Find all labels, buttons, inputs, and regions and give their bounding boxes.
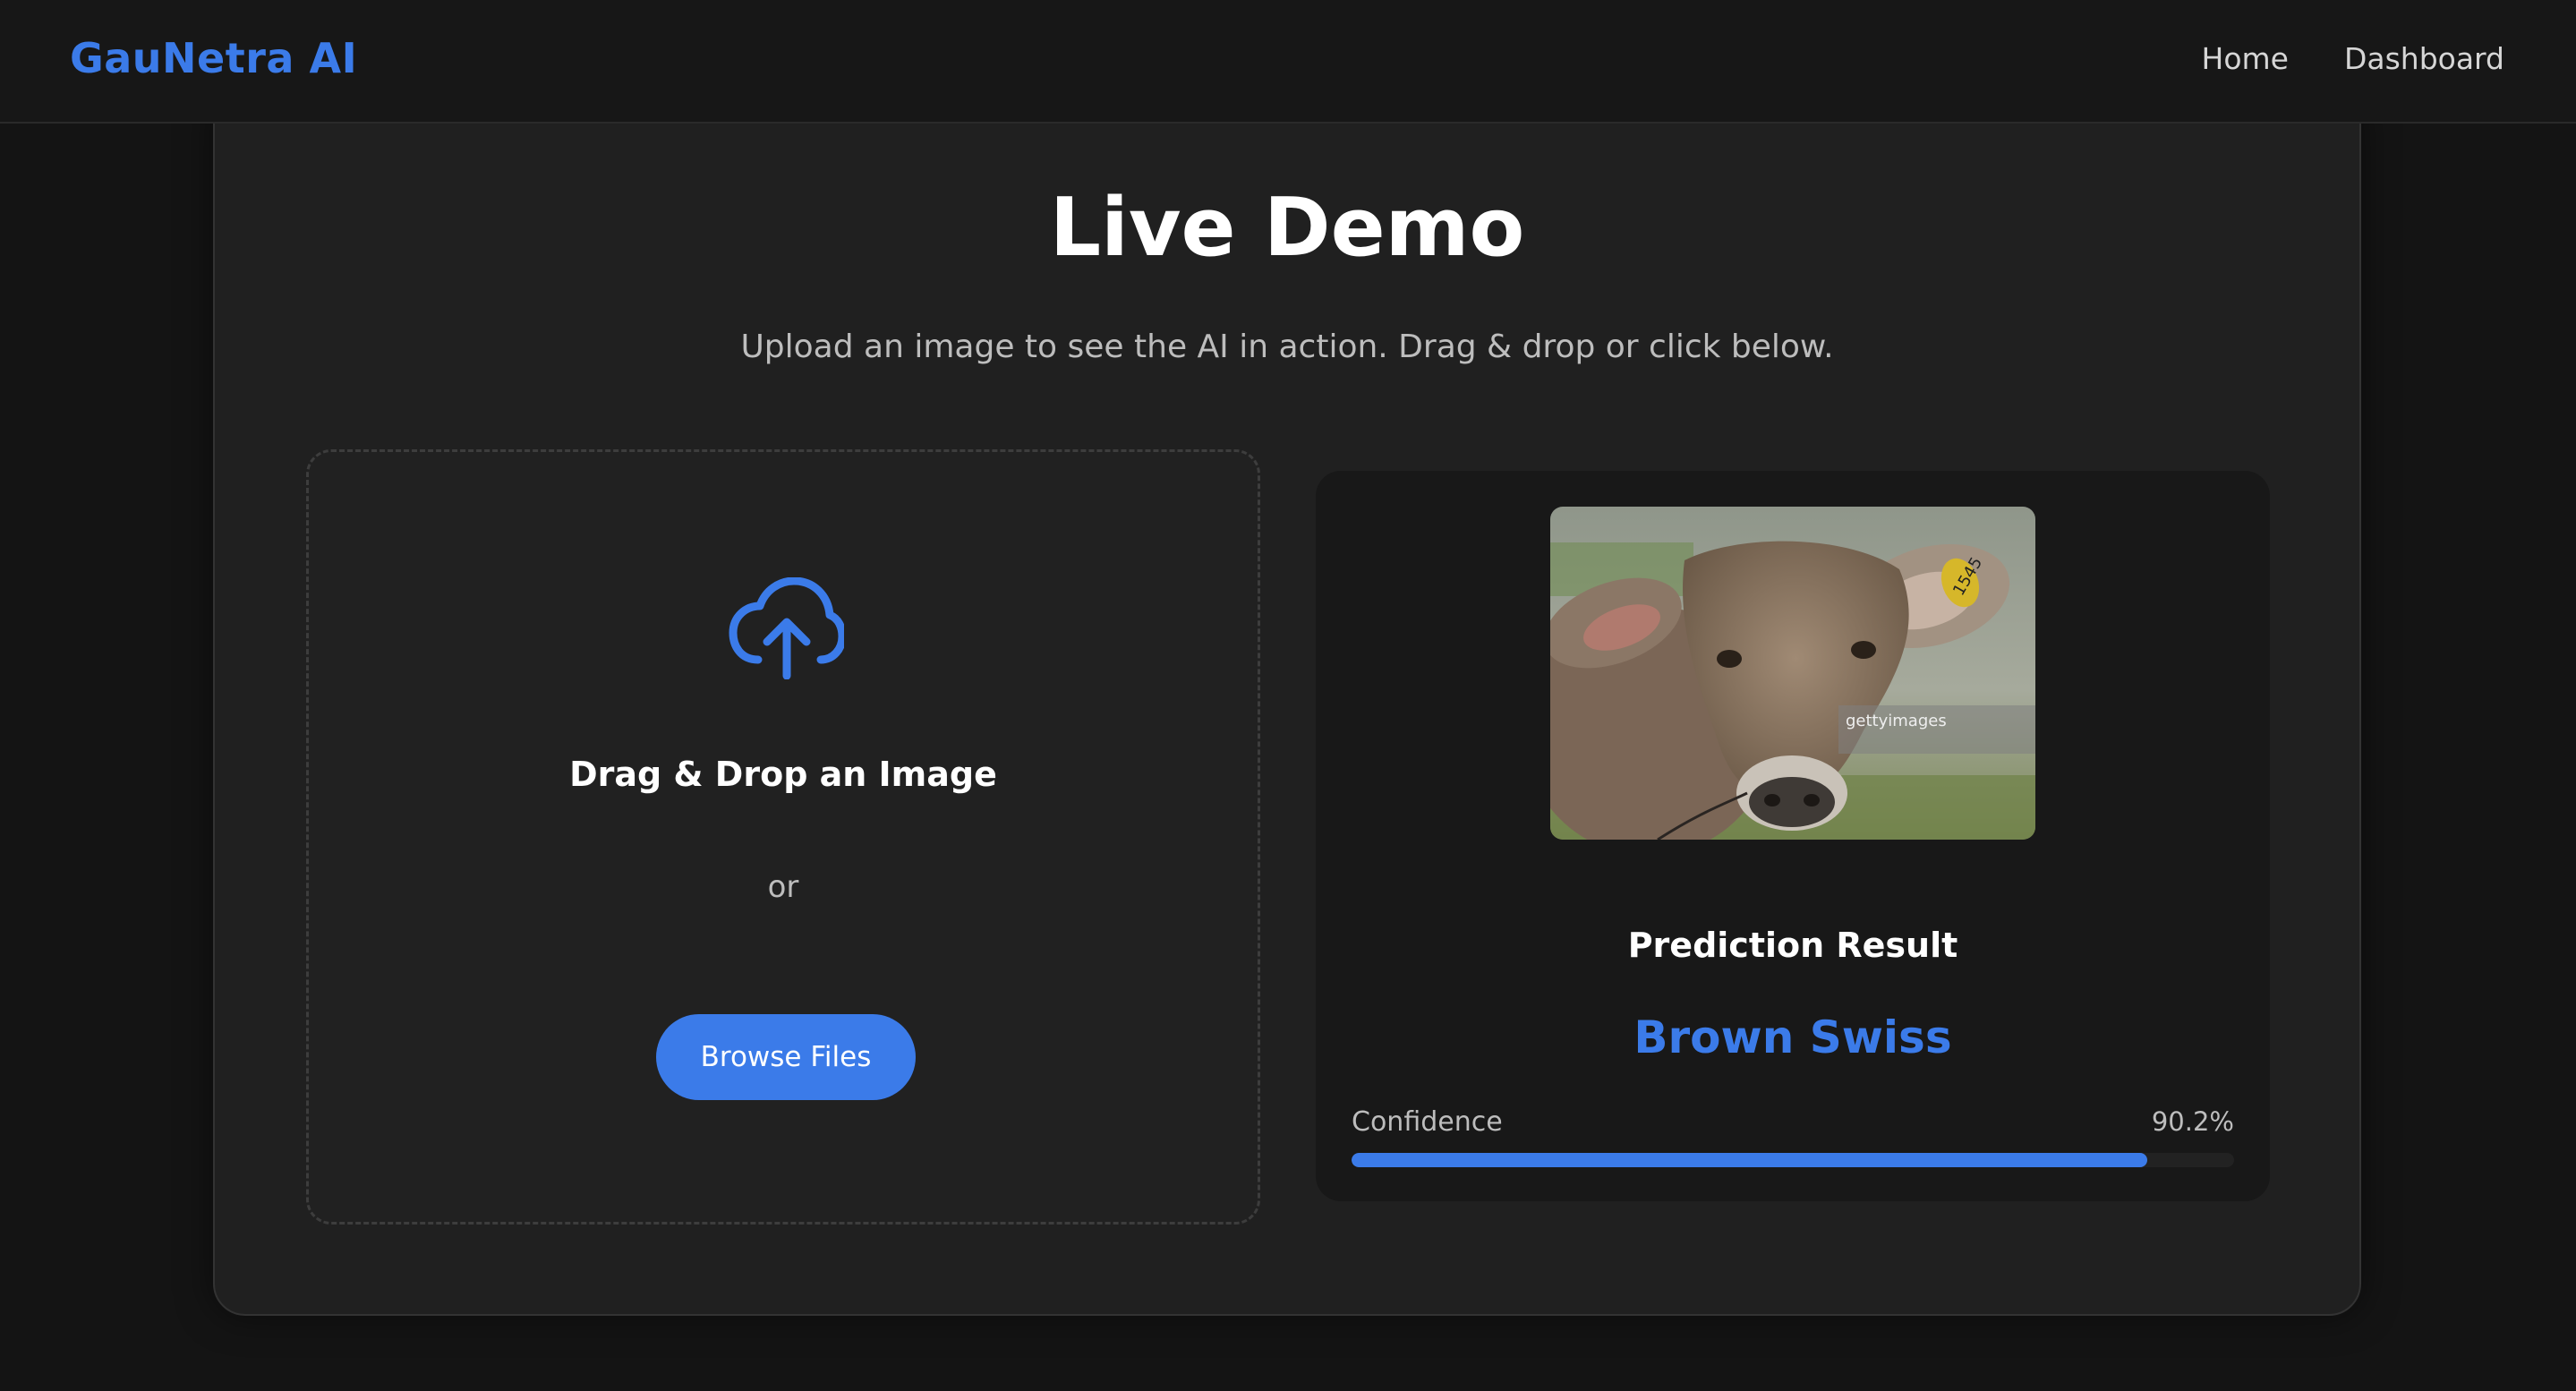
- nav-link-dashboard[interactable]: Dashboard: [2344, 41, 2504, 76]
- confidence-value: 90.2%: [2151, 1106, 2234, 1137]
- confidence-label: Confidence: [1352, 1106, 1503, 1138]
- upload-dropzone[interactable]: Drag & Drop an Image or Browse Files: [306, 449, 1260, 1225]
- page-title: Live Demo: [1049, 181, 1525, 275]
- predicted-breed-label: Brown Swiss: [1633, 1011, 1952, 1063]
- uploaded-image-preview: 1545 gettyimages: [1550, 507, 2035, 840]
- nav-link-home[interactable]: Home: [2202, 41, 2289, 76]
- page-subtitle: Upload an image to see the AI in action.…: [740, 329, 1834, 365]
- brand-logo[interactable]: GauNetra AI: [70, 34, 357, 82]
- dropzone-or-text: or: [767, 869, 799, 905]
- browse-files-button[interactable]: Browse Files: [656, 1014, 916, 1100]
- cow-photo: 1545 gettyimages: [1550, 507, 2035, 840]
- confidence-bar-fill: [1352, 1153, 2148, 1167]
- confidence-bar: [1352, 1153, 2234, 1167]
- dropzone-heading: Drag & Drop an Image: [569, 755, 997, 794]
- live-demo-card: Live Demo Upload an image to see the AI …: [213, 90, 2361, 1316]
- cloud-upload-icon: [729, 577, 844, 679]
- prediction-result-panel: 1545 gettyimages Prediction Result Brown…: [1316, 471, 2270, 1201]
- prediction-result-heading: Prediction Result: [1627, 926, 1958, 965]
- image-watermark: gettyimages: [1846, 712, 1947, 730]
- nav-links: Home Dashboard: [2202, 41, 2505, 76]
- navbar: GauNetra AI Home Dashboard: [0, 0, 2576, 124]
